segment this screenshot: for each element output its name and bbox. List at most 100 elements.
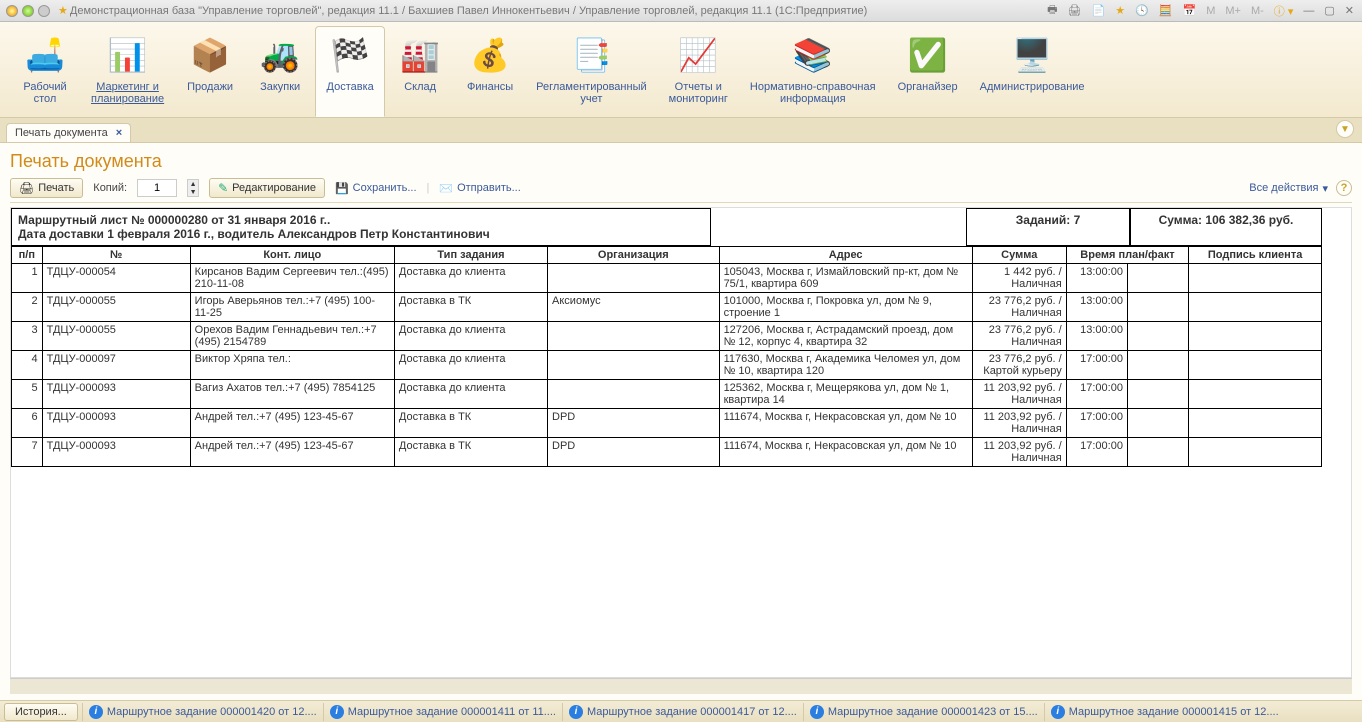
cell: ТДЦУ-000097 — [42, 351, 190, 380]
section-продажи[interactable]: 📦Продажи — [175, 26, 245, 117]
statusbar-item[interactable]: iМаршрутное задание 000001420 от 12.... — [82, 703, 323, 721]
copies-input[interactable] — [137, 179, 177, 197]
cell: 13:00:00 — [1066, 264, 1127, 293]
tab-print-document[interactable]: Печать документа × — [6, 123, 131, 142]
table-header-row: п/п № Конт. лицо Тип задания Организация… — [12, 247, 1322, 264]
document-area[interactable]: Маршрутный лист № 000000280 от 31 января… — [10, 207, 1352, 678]
floppy-icon: 💾 — [335, 182, 349, 195]
cell: Доставка до клиента — [394, 322, 547, 351]
table-row[interactable]: 3ТДЦУ-000055Орехов Вадим Геннадьевич тел… — [12, 322, 1322, 351]
section-склад[interactable]: 🏭Склад — [385, 26, 455, 117]
cell — [1127, 322, 1188, 351]
tab-close-icon[interactable]: × — [116, 127, 122, 139]
doc-icon[interactable]: 📄 — [1090, 4, 1108, 17]
section-label: Регламентированныйучет — [536, 81, 647, 105]
save-button[interactable]: 💾 Сохранить... — [335, 182, 417, 195]
statusbar-item[interactable]: iМаршрутное задание 000001423 от 15.... — [803, 703, 1044, 721]
cell: Орехов Вадим Геннадьевич тел.:+7 (495) 2… — [190, 322, 394, 351]
section-отчеты и[interactable]: 📈Отчеты имониторинг — [658, 26, 739, 117]
m-minus-icon[interactable]: M — [1204, 5, 1217, 17]
print-button-label: Печать — [38, 182, 74, 194]
section-рабочий[interactable]: 🛋️Рабочийстол — [10, 26, 80, 117]
table-row[interactable]: 7ТДЦУ-000093Андрей тел.:+7 (495) 123-45-… — [12, 438, 1322, 467]
section-органайзер[interactable]: ✅Органайзер — [887, 26, 969, 117]
cell: ТДЦУ-000054 — [42, 264, 190, 293]
m-plus-icon[interactable]: M+ — [1223, 5, 1243, 17]
spin-up-icon[interactable]: ▲ — [188, 180, 198, 188]
app-dot2-icon[interactable] — [38, 5, 50, 17]
favorites-icon[interactable]: ★ — [1113, 4, 1127, 17]
app-dot-icon[interactable] — [22, 5, 34, 17]
section-маркетинг и[interactable]: 📊Маркетинг ипланирование — [80, 26, 175, 117]
section-icon: 🛋️ — [21, 31, 69, 79]
section-label: Администрирование — [980, 81, 1085, 93]
section-icon: 🏁 — [326, 31, 374, 79]
print-icon[interactable]: 🖶 — [1045, 1, 1059, 20]
cell: ТДЦУ-000055 — [42, 322, 190, 351]
cell — [548, 380, 720, 409]
printer-icon[interactable]: 🖨 — [1066, 4, 1084, 17]
minimize-icon[interactable]: — — [1301, 5, 1316, 17]
cell — [1189, 438, 1322, 467]
statusbar-item-label: Маршрутное задание 000001420 от 12.... — [107, 706, 317, 718]
cell: 23 776,2 руб. /Наличная — [972, 293, 1066, 322]
section-доставка[interactable]: 🏁Доставка — [315, 26, 385, 117]
edit-button[interactable]: ✎ Редактирование — [209, 178, 325, 198]
section-icon: ✅ — [904, 31, 952, 79]
copies-spinner[interactable]: ▲▼ — [187, 179, 199, 197]
section-администрирование[interactable]: 🖥️Администрирование — [969, 26, 1096, 117]
table-row[interactable]: 1ТДЦУ-000054Кирсанов Вадим Сергеевич тел… — [12, 264, 1322, 293]
print-button[interactable]: 🖨 Печать — [10, 178, 83, 198]
cell: Доставка в ТК — [394, 293, 547, 322]
page-title: Печать документа — [10, 151, 1352, 172]
help-icon[interactable]: ? — [1336, 180, 1352, 196]
save-button-label: Сохранить... — [353, 182, 417, 194]
cell — [1127, 409, 1188, 438]
cell: Доставка в ТК — [394, 409, 547, 438]
section-регламентированный[interactable]: 📑Регламентированныйучет — [525, 26, 658, 117]
section-закупки[interactable]: 🚜Закупки — [245, 26, 315, 117]
status-bar: История... iМаршрутное задание 000001420… — [0, 700, 1362, 722]
table-row[interactable]: 4ТДЦУ-000097Виктор Хряпа тел.:Доставка д… — [12, 351, 1322, 380]
section-финансы[interactable]: 💰Финансы — [455, 26, 525, 117]
section-нормативно-справочная[interactable]: 📚Нормативно-справочнаяинформация — [739, 26, 887, 117]
send-button[interactable]: ✉️ Отправить... — [439, 182, 520, 195]
history-icon[interactable]: 🕓 — [1133, 4, 1151, 17]
maximize-icon[interactable]: ▢ — [1322, 4, 1336, 17]
info-icon: i — [569, 705, 583, 719]
section-icon: 🏭 — [396, 31, 444, 79]
table-row[interactable]: 6ТДЦУ-000093Андрей тел.:+7 (495) 123-45-… — [12, 409, 1322, 438]
collapse-panel-icon[interactable]: ▼ — [1336, 120, 1354, 138]
calculator-icon[interactable]: 🧮 — [1157, 4, 1175, 17]
history-button[interactable]: История... — [4, 703, 78, 721]
statusbar-item[interactable]: iМаршрутное задание 000001415 от 12.... — [1044, 703, 1285, 721]
titlebar-right-icons: 🖶 🖨 📄 ★ 🕓 🧮 📅 M M+ M- ⓘ ▾ — ▢ ✕ — [1045, 1, 1356, 20]
cell — [1127, 293, 1188, 322]
m-minus2-icon[interactable]: M- — [1249, 5, 1266, 17]
horizontal-scrollbar[interactable] — [10, 678, 1352, 694]
cell: 4 — [12, 351, 43, 380]
app-menu-icon[interactable] — [6, 5, 18, 17]
section-icon: 📑 — [567, 31, 615, 79]
star-icon[interactable]: ★ — [56, 4, 70, 17]
cell: 17:00:00 — [1066, 438, 1127, 467]
statusbar-item-label: Маршрутное задание 000001417 от 12.... — [587, 706, 797, 718]
cell: 11 203,92 руб. /Наличная — [972, 438, 1066, 467]
close-icon[interactable]: ✕ — [1343, 4, 1356, 17]
cell: DPD — [548, 409, 720, 438]
cell — [1127, 380, 1188, 409]
doc-sum-box: Сумма: 106 382,36 руб. — [1130, 208, 1322, 246]
spin-down-icon[interactable]: ▼ — [188, 188, 198, 196]
cell: 7 — [12, 438, 43, 467]
table-row[interactable]: 2ТДЦУ-000055Игорь Аверьянов тел.:+7 (495… — [12, 293, 1322, 322]
info-icon[interactable]: ⓘ ▾ — [1272, 3, 1296, 19]
edit-icon: ✎ — [218, 181, 228, 195]
statusbar-item[interactable]: iМаршрутное задание 000001411 от 11.... — [323, 703, 562, 721]
window-title: Демонстрационная база "Управление торгов… — [70, 5, 1045, 17]
statusbar-item[interactable]: i Маршрутное задание 000001417 от 12.... — [562, 703, 803, 721]
col-sum: Сумма — [972, 247, 1066, 264]
all-actions-button[interactable]: Все действия ▾ — [1249, 182, 1328, 195]
table-row[interactable]: 5ТДЦУ-000093Вагиз Ахатов тел.:+7 (495) 7… — [12, 380, 1322, 409]
calendar-icon[interactable]: 📅 — [1181, 4, 1199, 17]
cell: 1 442 руб. /Наличная — [972, 264, 1066, 293]
